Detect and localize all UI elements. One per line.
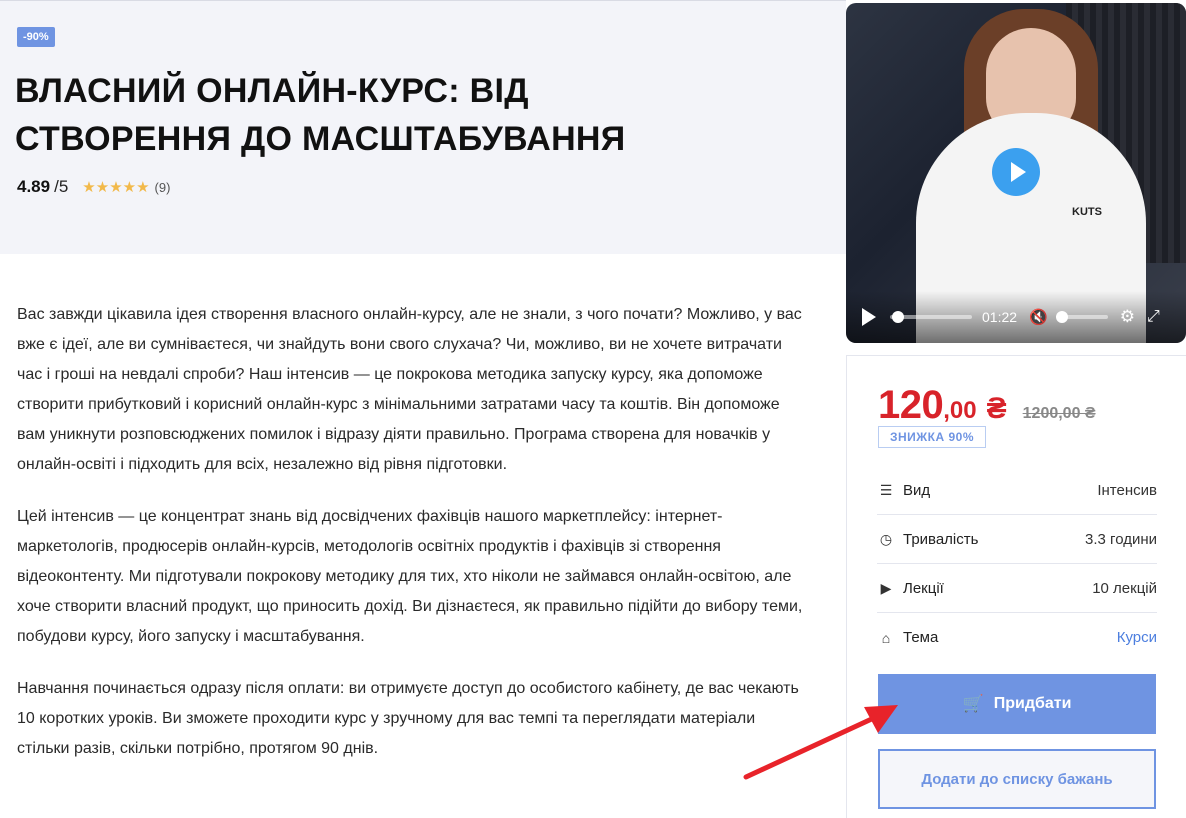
description-paragraph: Навчання починається одразу після оплати… — [17, 680, 799, 757]
detail-row-duration: ◷ Тривалість 3.3 години — [877, 515, 1157, 564]
play-circle-icon: ▶ — [880, 579, 892, 596]
purchase-card: 120 ,00 ₴ 1200,00 ₴ ЗНИЖКА 90% ☰ Вид Інт… — [846, 355, 1186, 818]
description-paragraph: Вас завжди цікавила ідея створення власн… — [17, 306, 802, 473]
tag-icon: ⌂ — [881, 629, 891, 646]
sliders-icon: ☰ — [879, 481, 893, 498]
detail-row-lectures: ▶ Лекції 10 лекцій — [877, 564, 1157, 613]
description-paragraph: Цей інтенсив — це концентрат знань від д… — [17, 508, 803, 645]
progress-handle[interactable] — [892, 311, 905, 323]
course-rating: 4.89 /5 ★ ★ ★ ★ ★ (9) — [17, 177, 170, 197]
course-description: Вас завжди цікавила ідея створення власн… — [17, 300, 807, 786]
star-icon: ★ — [82, 178, 96, 196]
detail-row-topic: ⌂ Тема Курси — [877, 613, 1157, 662]
play-icon — [1010, 162, 1026, 182]
add-to-wishlist-button[interactable]: Додати до списку бажань — [878, 749, 1156, 809]
price-main: 120 — [878, 383, 944, 427]
topic-link[interactable]: Курси — [1117, 629, 1157, 646]
detail-value: 10 лекцій — [1092, 579, 1157, 597]
fullscreen-icon[interactable]: ⤢ — [1147, 308, 1160, 326]
course-title: ВЛАСНИЙ ОНЛАЙН-КУРС: ВІД СТВОРЕННЯ ДО МА… — [15, 72, 626, 158]
rating-out-of: /5 — [54, 177, 69, 196]
star-icon: ★ — [109, 178, 123, 196]
detail-label: Лекції — [903, 579, 944, 597]
detail-value: 3.3 години — [1085, 530, 1157, 548]
star-icon: ★ — [95, 178, 110, 196]
price-currency: ₴ — [986, 392, 1007, 425]
big-play-button[interactable] — [992, 148, 1040, 196]
detail-value: Інтенсив — [1097, 481, 1157, 499]
price-cents: ,00 — [943, 397, 977, 424]
detail-label: Вид — [903, 481, 931, 499]
buy-button[interactable]: 🛒 Придбати — [878, 674, 1156, 734]
discount-badge: -90% — [17, 27, 55, 47]
reviews-count[interactable]: (9) — [155, 180, 171, 195]
detail-label: Тема — [903, 629, 939, 646]
cart-icon: 🛒 — [962, 694, 984, 713]
rating-stars: ★ ★ ★ ★ ★ — [82, 180, 149, 195]
half-star-icon: ★ — [136, 178, 150, 196]
buy-button-label: Придбати — [993, 695, 1072, 712]
course-header: -90% ВЛАСНИЙ ОНЛАЙН-КУРС: ВІД СТВОРЕННЯ … — [0, 0, 846, 254]
clock-icon: ◷ — [879, 530, 893, 547]
star-icon: ★ — [122, 178, 137, 196]
old-price: 1200,00 ₴ — [1022, 405, 1096, 422]
gear-icon[interactable]: ⚙ — [1120, 307, 1135, 327]
price: 120 ,00 ₴ 1200,00 ₴ — [878, 383, 1096, 428]
video-controls: 01:22 🔇 ⚙ ⤢ — [846, 291, 1186, 343]
hoodie-logo: KUTS — [1072, 206, 1102, 218]
discount-label: ЗНИЖКА 90% — [878, 426, 986, 448]
video-progress-bar[interactable] — [890, 311, 972, 323]
detail-label: Тривалість — [903, 530, 979, 548]
course-video-player[interactable]: KUTS 01:22 🔇 ⚙ ⤢ — [846, 3, 1186, 343]
rating-score: 4.89 — [17, 177, 51, 196]
detail-row-type: ☰ Вид Інтенсив — [877, 466, 1157, 515]
play-icon[interactable] — [862, 308, 876, 326]
course-details: ☰ Вид Інтенсив ◷ Тривалість 3.3 години ▶… — [877, 466, 1157, 662]
volume-handle[interactable] — [1055, 311, 1068, 323]
mute-icon[interactable]: 🔇 — [1029, 308, 1048, 326]
wishlist-button-label: Додати до списку бажань — [921, 770, 1113, 788]
video-time: 01:22 — [982, 309, 1018, 325]
volume-slider[interactable] — [1055, 311, 1108, 323]
